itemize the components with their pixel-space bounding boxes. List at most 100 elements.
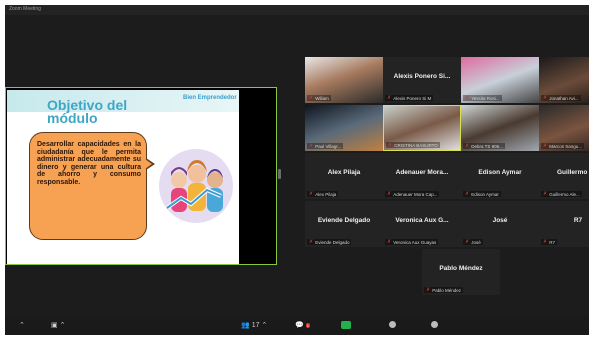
participant-name-tag: ✗ Paul Villagr...: [307, 143, 344, 149]
muted-mic-icon: ✗: [543, 191, 548, 197]
muted-mic-icon: ✗: [465, 191, 470, 197]
participant-tile[interactable]: Eviende Delgado ✗ Eviende Delgado: [305, 201, 383, 247]
participant-tile[interactable]: Veronica Aux G... ✗ Veronica Aux Guayas: [383, 201, 461, 247]
participant-name: R7: [573, 217, 583, 224]
participant-tag-label: Guillermo Ale...: [549, 191, 580, 197]
video-button[interactable]: ▣ ⌃: [51, 321, 66, 329]
speech-bubble: Desarrollar capacidades en la ciudadanía…: [29, 132, 147, 240]
participant-tag-label: Pablo Méndez: [432, 287, 461, 293]
participant-tile[interactable]: Pablo Méndez ✗ Pablo Méndez: [422, 249, 500, 295]
participant-tile[interactable]: Edison Aymar ✗ Edison Aymar: [461, 153, 539, 199]
participant-name-tag: ✗ Edison Aymar: [463, 191, 501, 197]
participant-name-tag: ✗ José: [463, 239, 483, 245]
participant-tile[interactable]: Guillermo A... ✗Guillermo Ale...: [539, 153, 589, 199]
window-titlebar: Zoom Meeting: [5, 5, 589, 15]
participants-icon: 👥: [241, 322, 250, 329]
share-screen-button[interactable]: [341, 321, 351, 329]
slide-title: Objetivo del módulo: [47, 97, 128, 126]
participant-name-tag: ✗ Yessita Rosi...: [463, 95, 502, 101]
participant-tile[interactable]: ✗ Wiliam: [305, 57, 383, 103]
participant-name-tag: ✗ Eviende Delgado: [307, 239, 352, 245]
participant-name-tag: ✗ R7: [541, 239, 557, 245]
participant-name-tag: ✗ Wiliam: [307, 95, 331, 101]
muted-mic-icon: ✗: [309, 95, 314, 101]
muted-mic-icon: ✗: [465, 95, 470, 101]
participant-name-tag: ✗ Adenauer Mora Cap...: [385, 191, 440, 197]
participant-tile[interactable]: ✗ Debra TS 906...: [461, 105, 539, 151]
muted-mic-icon: ✗: [465, 143, 470, 149]
participant-name-tag: ✗ Debra TS 906...: [463, 143, 505, 149]
reactions-icon: [431, 321, 438, 328]
participants-button[interactable]: 👥 17 ⌃: [241, 321, 268, 330]
participants-count: 17: [251, 321, 260, 329]
muted-mic-icon: ✗: [426, 287, 431, 293]
participant-tag-label: Alexis Ponero Si M: [393, 95, 432, 101]
share-screen-icon: [341, 321, 351, 329]
participant-name-tag: ✗ Marcos Sangu...: [541, 143, 584, 149]
objective-text: Desarrollar capacidades en la ciudadanía…: [37, 141, 141, 186]
participant-tag-label: Paul Villagr...: [315, 143, 342, 149]
participant-name-tag: ✗ CRISTINA BASURTO: [386, 142, 440, 148]
participant-tile[interactable]: R7 ✗ R7: [539, 201, 589, 247]
participant-tag-label: Veronica Aux Guayas: [393, 239, 437, 245]
participant-tile[interactable]: ✗ Marcos Sangu...: [539, 105, 589, 151]
participant-tile[interactable]: José ✗ José: [461, 201, 539, 247]
zoom-window: Zoom Meeting Objetivo del módulo Bien Em…: [5, 5, 589, 335]
participant-tag-label: Marcos Sangu...: [549, 143, 582, 149]
muted-mic-icon: ✗: [387, 239, 392, 245]
muted-mic-icon: ✗: [309, 239, 314, 245]
muted-mic-icon: ✗: [388, 142, 393, 148]
participant-name-tag: ✗ Veronica Aux Guayas: [385, 239, 439, 245]
mute-button[interactable]: ⌃: [19, 321, 25, 329]
muted-mic-icon: ✗: [543, 239, 548, 245]
participant-name-tag: ✗ Jonathan Avi...: [541, 95, 581, 101]
participant-tile[interactable]: ✗ Yessita Rosi...: [461, 57, 539, 103]
participant-tag-label: José: [471, 239, 481, 245]
participant-tag-label: Debra TS 906...: [471, 143, 503, 149]
participant-tile[interactable]: Alexis Ponero Si... ✗ Alexis Ponero Si M: [383, 57, 461, 103]
participant-tag-label: Yessita Rosi...: [471, 95, 500, 101]
participant-tag-label: Alex Pilaja: [315, 191, 337, 197]
chat-badge: 1: [305, 322, 310, 328]
participant-name: Alexis Ponero Si...: [393, 73, 451, 80]
participant-name: José: [492, 217, 508, 224]
participant-tag-label: Edison Aymar: [471, 191, 499, 197]
participant-name: Alex Pilaja: [327, 169, 361, 176]
participant-name-tag: ✗ Alexis Ponero Si M: [385, 95, 434, 101]
participant-name-tag: ✗ Guillermo Ale...: [541, 191, 582, 197]
participant-tile[interactable]: Adenauer Mora... ✗ Adenauer Mora Cap...: [383, 153, 461, 199]
participant-name-tag: ✗ Alex Pilaja: [307, 191, 339, 197]
reactions-button[interactable]: [431, 321, 438, 328]
chat-button[interactable]: 💬 1: [295, 321, 310, 329]
chevron-up-icon: ⌃: [261, 322, 268, 329]
participant-tag-label: Adenauer Mora Cap...: [393, 191, 438, 197]
presentation-slide: Objetivo del módulo Bien Emprendedor Des…: [7, 90, 239, 264]
participant-tag-label: Jonathan Avi...: [549, 95, 579, 101]
participant-tag-label: Wiliam: [315, 95, 329, 101]
window-title: Zoom Meeting: [9, 6, 41, 12]
slide-brand-logo: Bien Emprendedor: [183, 95, 237, 101]
speech-bubble-tail-fill: [142, 157, 152, 171]
split-view-handle[interactable]: [278, 169, 281, 179]
participant-tile[interactable]: ✗ CRISTINA BASURTO: [383, 105, 461, 151]
muted-mic-icon: ✗: [309, 143, 314, 149]
chat-icon: 💬: [295, 322, 304, 329]
participant-tile[interactable]: Alex Pilaja ✗ Alex Pilaja: [305, 153, 383, 199]
participant-name-tag: ✗ Pablo Méndez: [424, 287, 463, 293]
record-icon: [389, 321, 396, 328]
participant-tag-label: CRISTINA BASURTO: [394, 142, 438, 148]
muted-mic-icon: ✗: [543, 95, 548, 101]
participant-tile[interactable]: ✗ Paul Villagr...: [305, 105, 383, 151]
record-button[interactable]: [389, 321, 396, 328]
participant-name: Guillermo A...: [556, 169, 589, 176]
participant-tag-label: R7: [549, 239, 555, 245]
camera-icon: ▣: [51, 322, 58, 329]
participant-name: Eviende Delgado: [317, 217, 371, 224]
participant-name: Adenauer Mora...: [395, 169, 449, 176]
shared-screen[interactable]: Objetivo del módulo Bien Emprendedor Des…: [5, 87, 277, 265]
muted-mic-icon: ✗: [309, 191, 314, 197]
participant-tile[interactable]: ✗ Jonathan Avi...: [539, 57, 589, 103]
participant-tag-label: Eviende Delgado: [315, 239, 350, 245]
muted-mic-icon: ✗: [387, 191, 392, 197]
participant-name: Pablo Méndez: [439, 265, 483, 272]
